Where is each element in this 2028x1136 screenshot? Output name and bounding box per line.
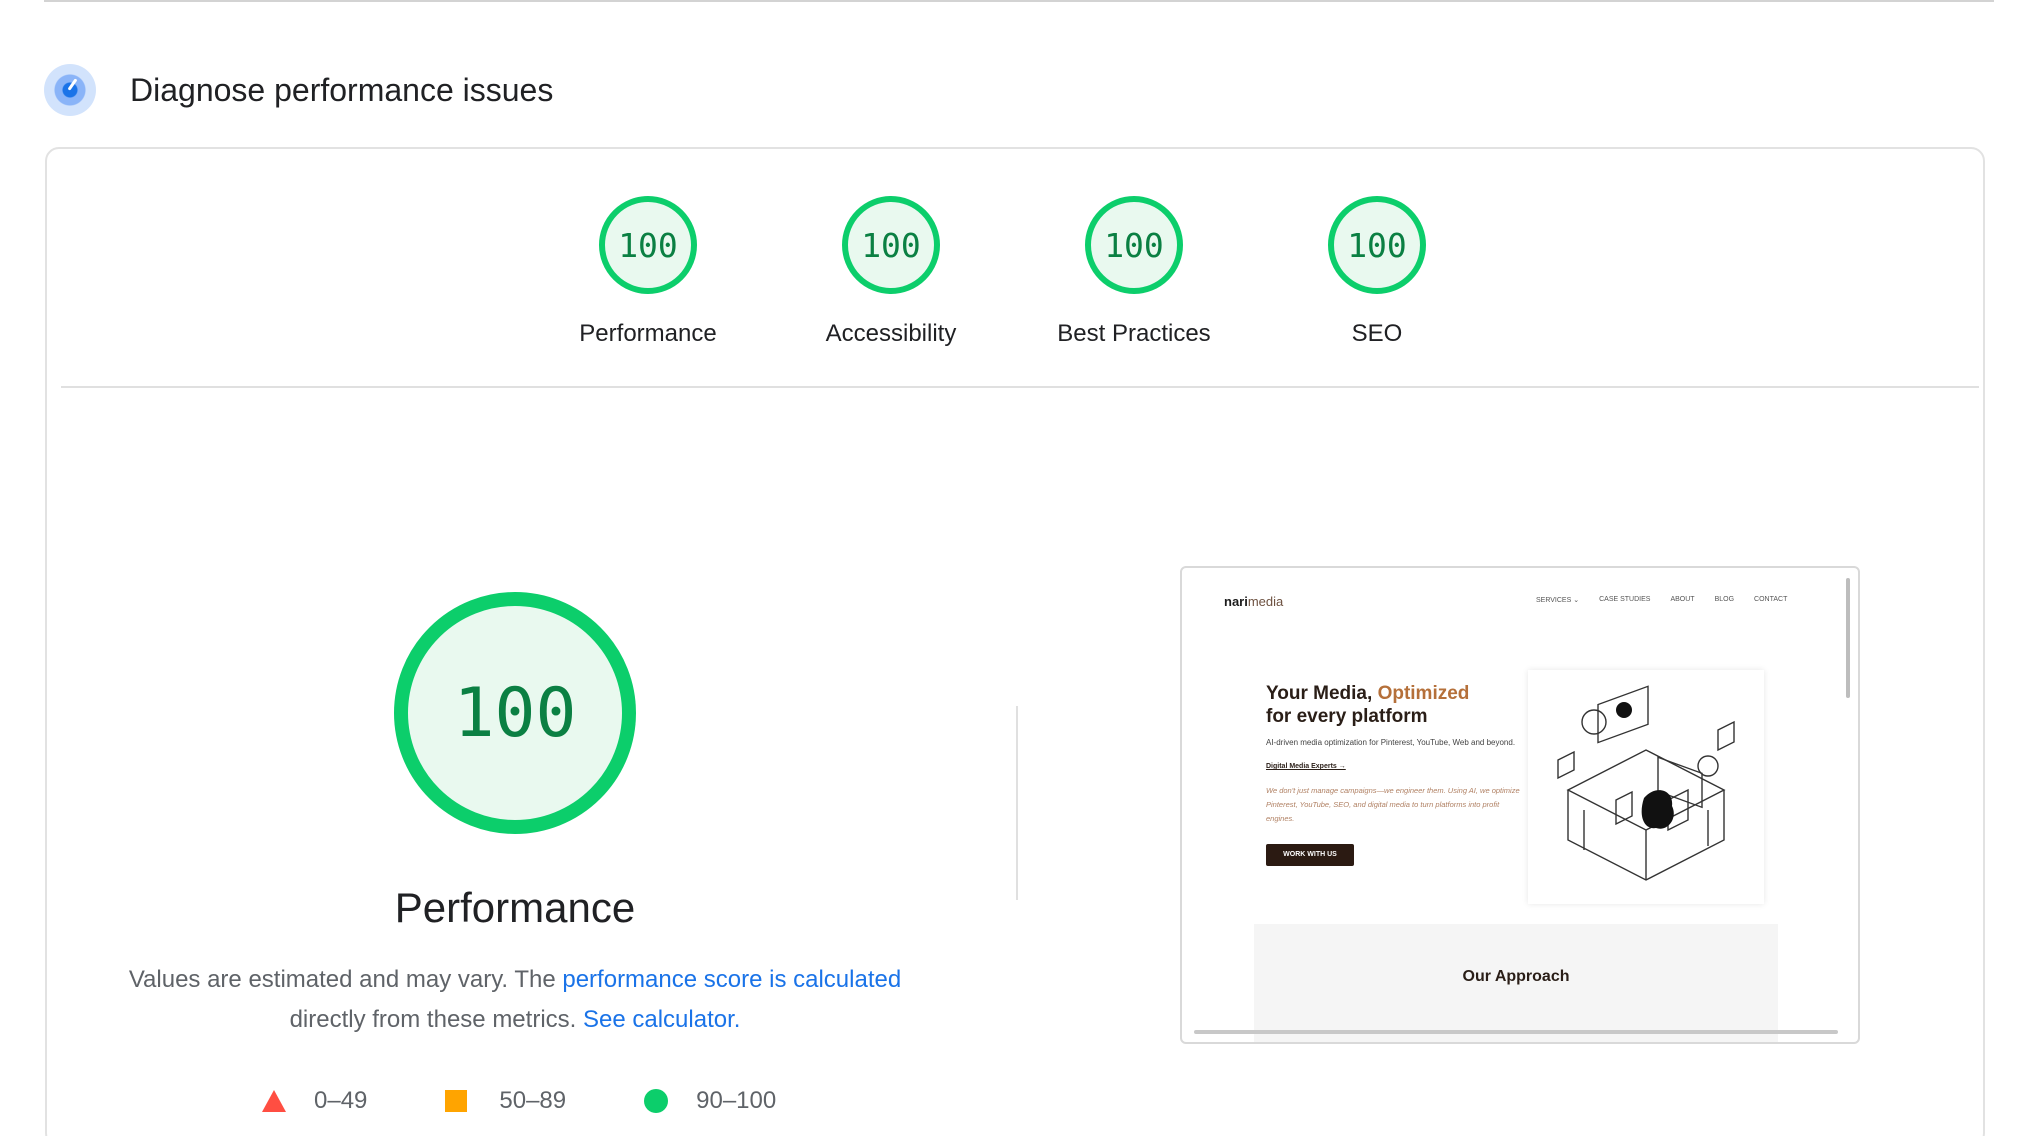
work-with-us-button: WORK WITH US: [1266, 844, 1354, 866]
score-calculated-link[interactable]: performance score is calculated: [562, 966, 901, 993]
score-legend: 0–49 50–89 90–100: [262, 1086, 854, 1116]
headline-accent: Optimized: [1377, 683, 1470, 704]
category-gauges: 100 Performance 100 Accessibility 100 Be…: [0, 196, 2028, 356]
nav-item: BLOG: [1714, 596, 1735, 603]
top-divider: [44, 0, 1994, 2]
gauge-best-practices[interactable]: 100 Best Practices: [1034, 196, 1234, 348]
gauge-seo[interactable]: 100 SEO: [1277, 196, 1477, 348]
horizontal-scrollbar[interactable]: [1194, 1030, 1838, 1034]
score-ring: 100: [1085, 196, 1183, 294]
vertical-divider: [1016, 706, 1018, 900]
performance-title: Performance: [394, 884, 636, 931]
headline-part-2: for every platform: [1266, 706, 1428, 727]
logo-light: media: [1247, 594, 1284, 609]
gauge-label: Best Practices: [1057, 320, 1211, 347]
gauge-label: Accessibility: [825, 320, 957, 347]
legend-average: 50–89: [445, 1087, 566, 1115]
gauges-divider: [61, 386, 1979, 388]
square-icon: [445, 1090, 468, 1112]
vertical-scrollbar[interactable]: [1846, 578, 1850, 698]
legend-range: 0–49: [314, 1087, 368, 1114]
hero-subtext: AI-driven media optimization for Pintere…: [1266, 738, 1516, 747]
gauge-accessibility[interactable]: 100 Accessibility: [791, 196, 991, 348]
approach-heading: Our Approach: [1462, 968, 1570, 985]
triangle-icon: [262, 1090, 286, 1112]
section-header: Diagnose performance issues: [44, 62, 553, 118]
hero-link: Digital Media Experts →: [1266, 763, 1346, 770]
nav-item: CONTACT: [1754, 596, 1788, 603]
circle-icon: [644, 1089, 669, 1113]
score-ring: 100: [842, 196, 940, 294]
score-ring: 100: [599, 196, 697, 294]
performance-description: Values are estimated and may vary. The p…: [95, 960, 935, 1040]
gauge-icon: [44, 64, 96, 116]
hero-note: We don't just manage campaigns—we engine…: [1266, 786, 1520, 823]
legend-pass: 90–100: [644, 1087, 776, 1115]
section-title: Diagnose performance issues: [130, 71, 554, 108]
logo-bold: nari: [1224, 594, 1248, 609]
gauge-performance[interactable]: 100 Performance: [548, 196, 748, 348]
score-ring: 100: [1328, 196, 1426, 294]
legend-fail: 0–49: [262, 1087, 367, 1115]
screenshot-content: narimedia SERVICES ⌄ CASE STUDIES ABOUT …: [1182, 568, 1842, 1042]
site-logo: narimedia: [1224, 594, 1283, 609]
nav-item: CASE STUDIES: [1599, 596, 1651, 603]
approach-section: Our Approach: [1254, 924, 1778, 1042]
legend-range: 50–89: [499, 1087, 567, 1114]
see-calculator-link[interactable]: See calculator.: [583, 1006, 740, 1033]
legend-range: 90–100: [696, 1087, 777, 1114]
performance-score-ring: 100: [394, 592, 636, 834]
headline-part: Your Media,: [1266, 683, 1378, 704]
hero-section: Your Media, Optimized for every platform…: [1266, 682, 1526, 866]
illustration-graphic: [1557, 685, 1735, 881]
nav-item: SERVICES ⌄: [1536, 597, 1580, 604]
site-nav: SERVICES ⌄ CASE STUDIES ABOUT BLOG CONTA…: [1536, 596, 1807, 604]
description-text-2: directly from these metrics.: [289, 1006, 583, 1033]
gauge-label: SEO: [1351, 320, 1403, 347]
gauge-label: Performance: [579, 320, 717, 347]
description-text: Values are estimated and may vary. The: [128, 966, 563, 993]
nav-item: ABOUT: [1670, 596, 1695, 603]
page-screenshot[interactable]: narimedia SERVICES ⌄ CASE STUDIES ABOUT …: [1180, 566, 1860, 1044]
hero-illustration: [1528, 670, 1764, 904]
hero-headline: Your Media, Optimized for every platform: [1266, 682, 1526, 728]
